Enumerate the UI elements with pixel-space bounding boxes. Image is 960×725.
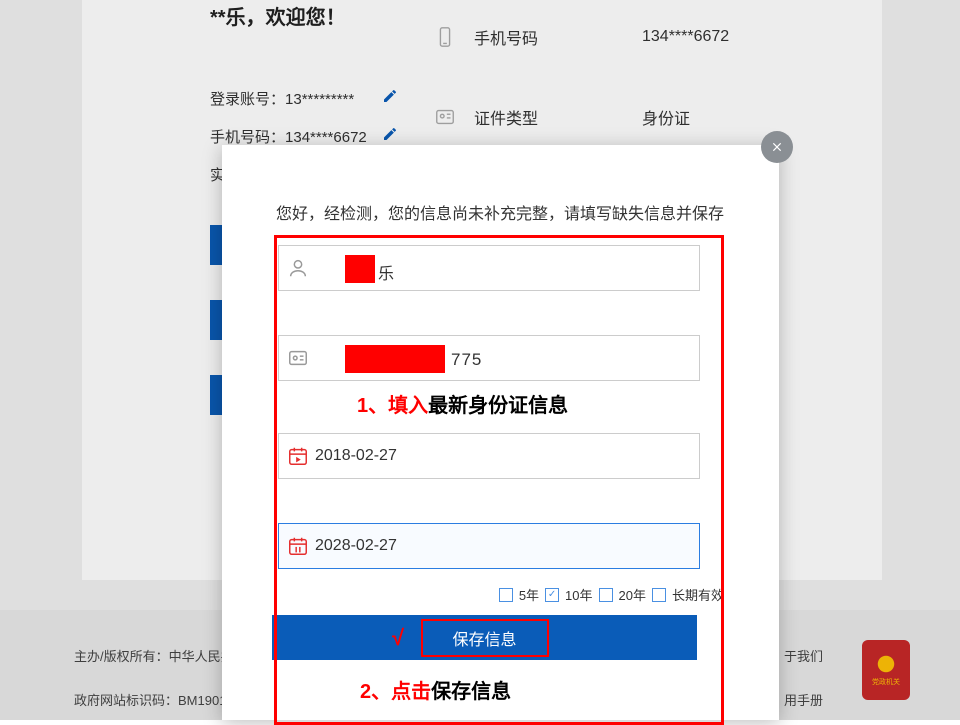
end-date-input[interactable] [315,537,699,555]
id-suffix: 775 [451,350,482,370]
hint-2: 2、点击保存信息 [360,675,511,704]
hint-1: 1、填入最新身份证信息 [357,389,568,418]
duration-options: 5年 ✓10年 20年 长期有效 [499,585,724,604]
name-suffix: 乐 [378,260,394,284]
id-icon [287,347,309,369]
chk-20y[interactable] [599,588,613,602]
modal-title: 您好，经检测，您的信息尚未补充完整，请填写缺失信息并保存 [276,200,724,224]
start-date-field[interactable] [278,433,700,479]
name-redaction [345,255,375,283]
calendar-end-icon [287,535,309,557]
chk-long[interactable] [652,588,666,602]
end-date-field[interactable] [278,523,700,569]
close-button[interactable] [761,131,793,163]
user-icon [287,257,309,279]
tick-mark: √ [392,625,404,651]
id-field[interactable]: 775 [278,335,700,381]
name-field[interactable]: 乐 [278,245,700,291]
complete-info-modal: 您好，经检测，您的信息尚未补充完整，请填写缺失信息并保存 乐 775 1、填入最… [222,145,779,720]
start-date-input[interactable] [315,447,699,465]
save-button[interactable]: 保存信息 [421,619,549,657]
chk-10y[interactable]: ✓ [545,588,559,602]
save-bar: √ 保存信息 [272,615,697,660]
chk-5y[interactable] [499,588,513,602]
calendar-start-icon [287,445,309,467]
id-redaction [345,345,445,373]
